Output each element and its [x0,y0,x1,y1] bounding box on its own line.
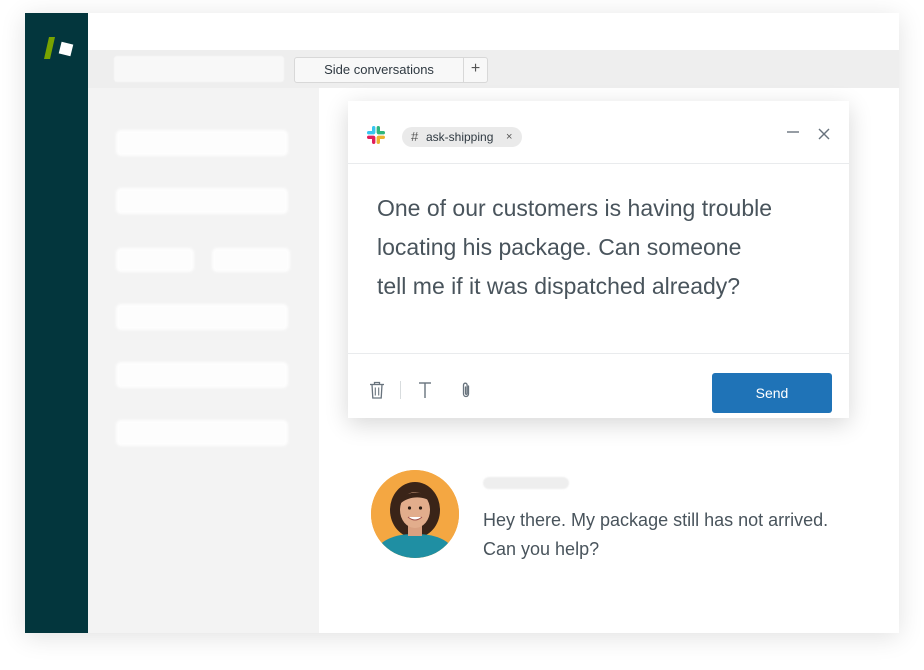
customer-name-placeholder [483,477,569,489]
sidebar [25,13,88,633]
message-line: tell me if it was dispatched already? [377,273,741,299]
customer-message: Hey there. My package still has not arri… [483,506,883,564]
field-placeholder [116,304,288,330]
app-window: Side conversations + # ask-shipping × On… [25,13,899,633]
toolbar-divider [400,381,401,399]
customer-message-line: Can you help? [483,539,600,559]
composer-footer: Send [348,353,849,419]
top-bar [88,13,899,50]
hash-icon: # [411,129,419,144]
close-icon[interactable] [818,128,830,140]
message-line: locating his package. Can someone [377,234,742,260]
side-conversation-composer: # ask-shipping × One of our customers is… [348,101,849,418]
composer-header: # ask-shipping × [348,101,849,164]
tab-placeholder[interactable] [114,56,284,82]
customer-portrait [371,470,459,558]
avatar [371,470,459,558]
paperclip-icon[interactable] [458,381,474,399]
ticket-properties-panel [88,88,319,633]
slack-logo-icon [367,126,385,144]
remove-channel-icon[interactable]: × [506,127,512,147]
field-placeholder [116,188,288,214]
message-line: One of our customers is having trouble [377,195,773,221]
tab-bar: Side conversations + [88,50,899,88]
field-placeholder [116,362,288,388]
trash-icon[interactable] [369,381,385,399]
tab-side-conversations[interactable]: Side conversations [294,57,464,83]
field-placeholder [116,248,194,272]
channel-chip[interactable]: # ask-shipping × [402,127,522,147]
zendesk-logo-icon[interactable] [41,33,75,61]
field-placeholder [116,420,288,446]
field-placeholder [212,248,290,272]
text-format-icon[interactable] [417,381,433,399]
minimize-icon[interactable] [786,125,800,139]
field-placeholder [116,130,288,156]
customer-message-line: Hey there. My package still has not arri… [483,510,829,530]
channel-name: ask-shipping [426,130,494,144]
add-tab-button[interactable]: + [463,57,488,83]
message-body[interactable]: One of our customers is having trouble l… [377,189,837,306]
send-button[interactable]: Send [712,373,832,413]
